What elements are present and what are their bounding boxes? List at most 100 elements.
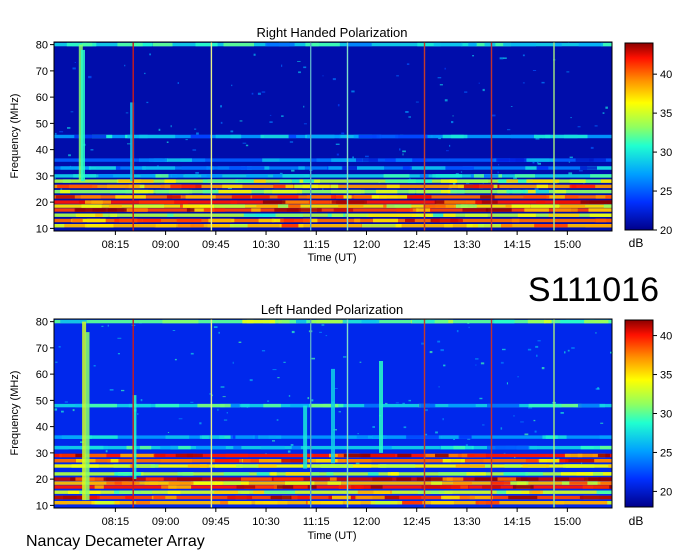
noise-speck [220,121,223,124]
noise-speck [451,121,454,124]
band-segment [202,179,239,183]
band-segment [82,42,93,47]
band-segment [453,445,466,450]
band-segment [467,453,490,458]
colorbar-tick-label: 30 [660,409,672,421]
band-segment [561,472,593,476]
band-segment [356,435,368,439]
band-segment [134,464,155,468]
band-segment [495,445,529,450]
band-segment [376,134,399,139]
band-segment [81,204,102,208]
noise-speck [121,389,125,392]
band-segment [372,477,393,481]
radio-burst [303,405,308,469]
noise-speck [536,161,539,164]
noise-speck [439,84,443,86]
noise-speck [499,57,504,60]
band-segment [571,184,596,189]
noise-speck [435,431,438,434]
band-segment [569,481,588,485]
noise-speck [125,112,129,114]
band-segment [588,208,612,212]
band-segment [444,200,476,204]
band-segment [441,495,460,500]
band-segment [169,189,193,194]
noise-speck [405,111,409,113]
band-segment [160,445,179,450]
noise-speck [396,75,399,77]
x-tick-label: 10:30 [252,239,280,251]
y-tick-label: 20 [36,197,48,209]
band-segment [107,208,127,212]
band-segment [230,200,238,204]
noise-speck [279,172,283,175]
x-tick-label: 13:30 [453,239,481,251]
band-segment [177,472,193,476]
band-segment [601,179,612,183]
band-segment [444,224,453,228]
noise-speck [532,70,537,71]
noise-speck [399,148,401,151]
band-segment [308,200,330,204]
band-segment [429,204,446,208]
band-segment [149,481,159,485]
band-segment [387,472,399,476]
band-segment [457,179,489,183]
band-segment [75,208,86,212]
noise-speck [276,419,279,421]
noise-speck [218,331,220,334]
x-tick-label: 11:15 [303,239,330,251]
band-segment [288,204,301,208]
noise-speck [226,412,228,414]
noise-speck [303,123,307,125]
band-segment [508,495,538,500]
band-segment [54,224,65,228]
radio-burst [331,368,335,464]
emission-band [54,224,612,228]
y-tick-label: 70 [36,66,48,78]
band-segment [361,224,396,228]
band-segment [60,166,91,170]
noise-speck [460,171,463,173]
colorbar [624,319,654,508]
noise-speck [602,112,605,114]
y-tick-label: 50 [36,395,48,407]
noise-speck [74,62,76,63]
band-segment [417,490,445,494]
x-tick-label: 11:15 [303,516,330,528]
band-segment [262,158,280,162]
band-segment [376,189,398,194]
band-segment [433,42,463,47]
band-segment [60,189,71,194]
noise-speck [472,55,474,57]
noise-speck [425,433,428,436]
band-segment [291,179,300,183]
band-segment [584,477,601,481]
noise-speck [192,149,197,151]
noise-speck [322,188,324,190]
band-segment [355,495,385,500]
band-segment [382,445,392,450]
noise-speck [281,64,283,67]
band-segment [397,213,416,217]
band-segment [544,319,552,324]
band-segment [449,179,458,183]
noise-speck [590,146,594,149]
noise-speck [534,430,537,433]
band-segment [59,453,76,458]
noise-speck [336,153,339,156]
band-segment [97,501,115,505]
band-segment [139,158,167,162]
noise-speck [107,324,109,327]
band-segment [608,464,612,468]
band-segment [155,174,169,178]
noise-speck [101,325,104,327]
band-segment [416,477,443,481]
noise-speck [475,358,479,360]
band-segment [594,459,612,463]
noise-speck [298,71,301,74]
band-segment [215,134,242,139]
y-axis-label: Frequency (MHz) [9,371,21,456]
band-segment [115,195,146,199]
